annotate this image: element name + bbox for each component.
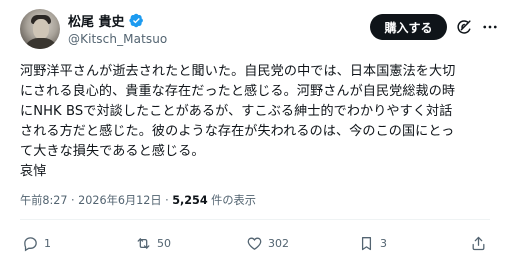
heart-icon bbox=[247, 237, 262, 250]
verified-badge-icon[interactable] bbox=[128, 13, 144, 28]
repost-icon bbox=[137, 237, 150, 249]
post-meta: 午前8:27 · 2026年6月12日 · 5,254 件の表示 bbox=[20, 192, 256, 208]
reply-count: 1 bbox=[44, 236, 51, 250]
post-time[interactable]: 午前8:27 bbox=[20, 194, 68, 207]
bookmark-count: 3 bbox=[380, 236, 387, 250]
post-text: 河野洋平さんが逝去されたと聞いた。自民党の中では、日本国憲法を大切 にされる良心… bbox=[20, 64, 456, 179]
repost-count: 50 bbox=[157, 236, 171, 250]
avatar-face bbox=[33, 19, 49, 39]
bookmark-icon bbox=[361, 236, 372, 250]
grok-icon[interactable] bbox=[455, 18, 473, 36]
more-icon[interactable] bbox=[481, 18, 499, 36]
views-label: 件の表示 bbox=[207, 194, 256, 207]
buy-button[interactable]: 購入する bbox=[370, 14, 447, 40]
avatar-shoulder bbox=[24, 38, 58, 49]
reply-button[interactable]: 1 bbox=[22, 232, 51, 254]
like-button[interactable]: 302 bbox=[246, 232, 289, 254]
divider bbox=[20, 219, 490, 220]
meta-separator: · bbox=[67, 194, 79, 207]
share-button[interactable] bbox=[470, 232, 487, 254]
name-row: 松尾 貴史 bbox=[68, 11, 167, 30]
display-name[interactable]: 松尾 貴史 bbox=[68, 11, 125, 30]
reply-icon bbox=[24, 236, 37, 251]
avatar[interactable] bbox=[20, 9, 60, 49]
repost-button[interactable]: 50 bbox=[135, 232, 171, 254]
like-count: 302 bbox=[268, 236, 289, 250]
bookmark-button[interactable]: 3 bbox=[358, 232, 387, 254]
handle[interactable]: @Kitsch_Matsuo bbox=[68, 32, 167, 46]
meta-separator: · bbox=[161, 194, 173, 207]
post-header: 松尾 貴史 @Kitsch_Matsuo 購入する bbox=[0, 0, 510, 56]
action-bar: 1 50 302 3 bbox=[0, 232, 510, 254]
post-date[interactable]: 2026年6月12日 bbox=[78, 194, 161, 207]
views-count: 5,254 bbox=[172, 194, 208, 207]
share-icon bbox=[472, 236, 485, 250]
author-names: 松尾 貴史 @Kitsch_Matsuo bbox=[68, 11, 167, 46]
